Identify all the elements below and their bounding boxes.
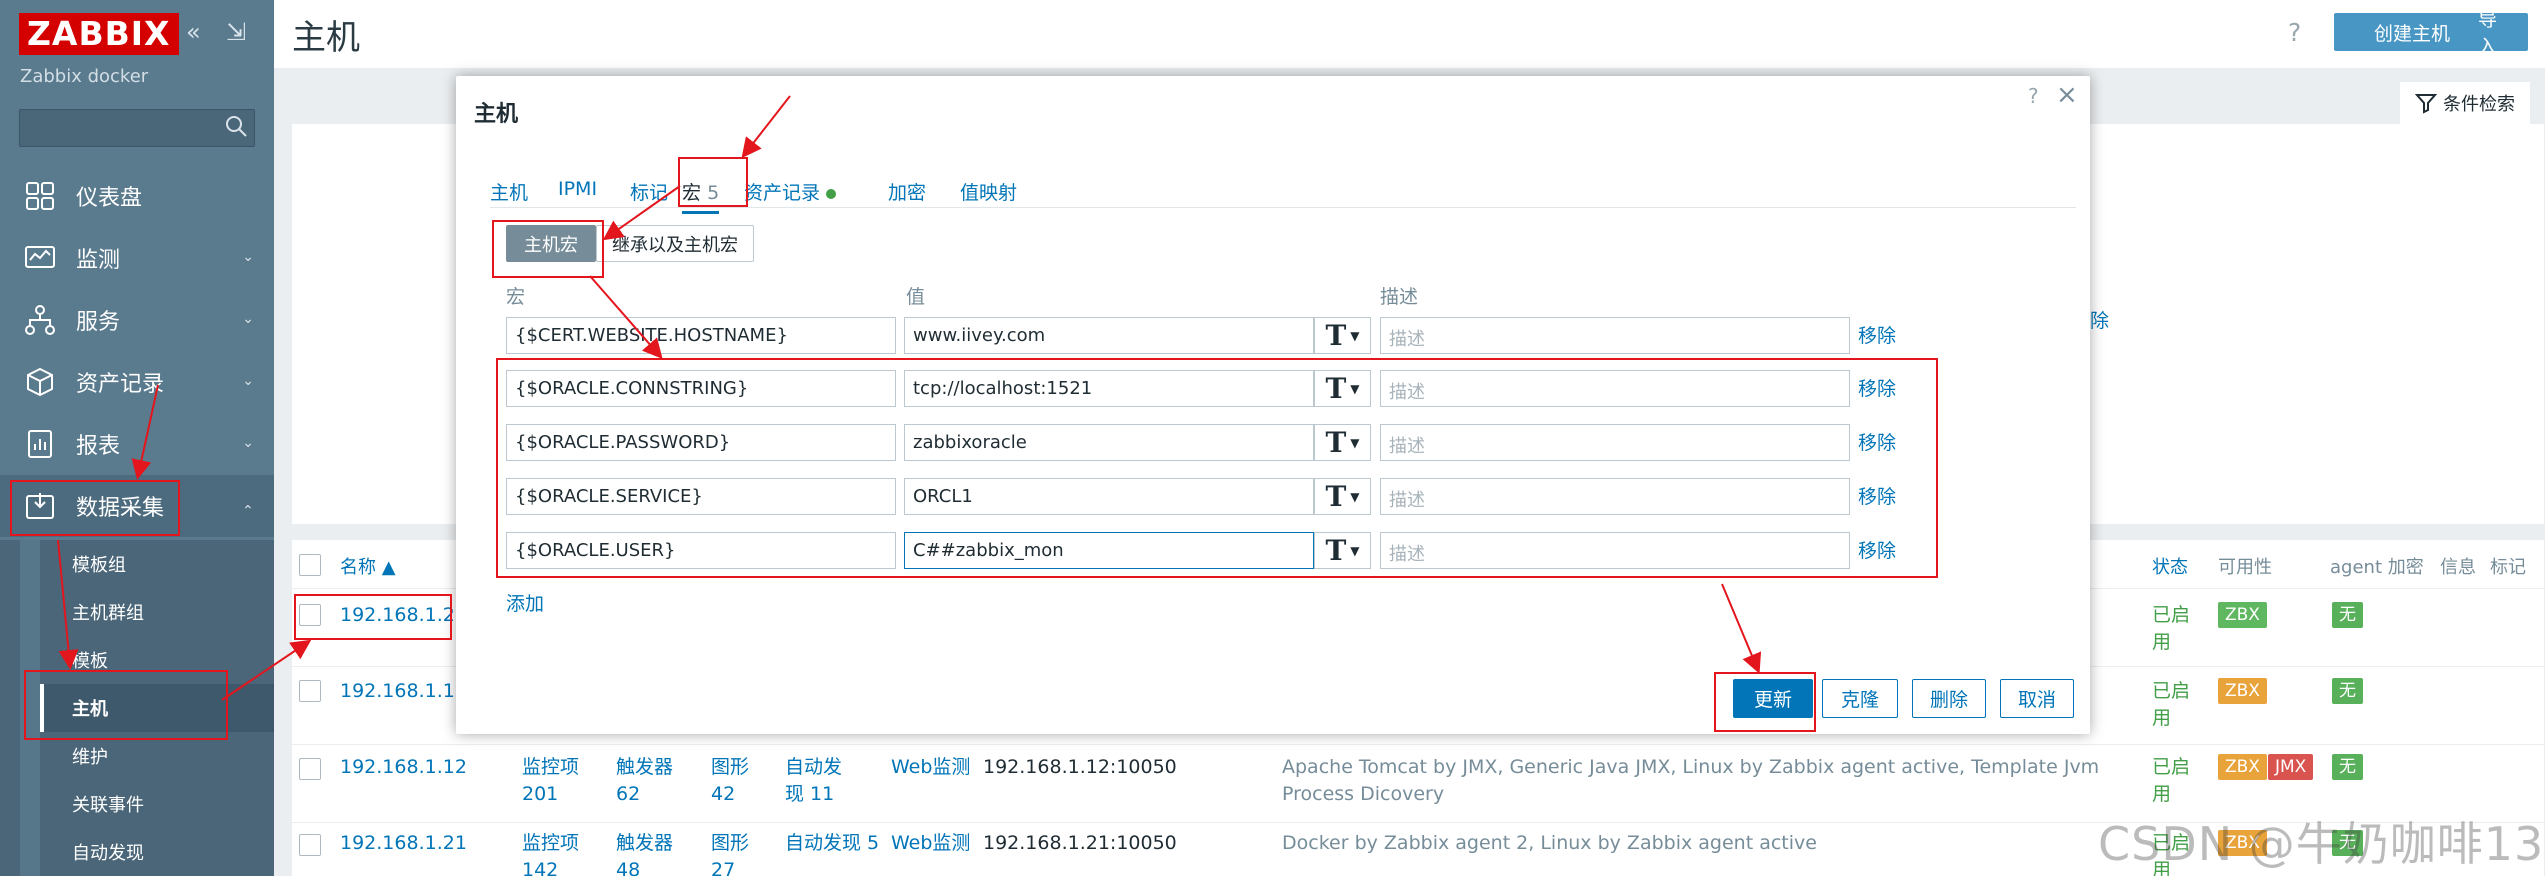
annotation-arrows: [57, 95, 1762, 701]
watermark: CSDN @牛奶咖啡13: [2098, 817, 2545, 871]
